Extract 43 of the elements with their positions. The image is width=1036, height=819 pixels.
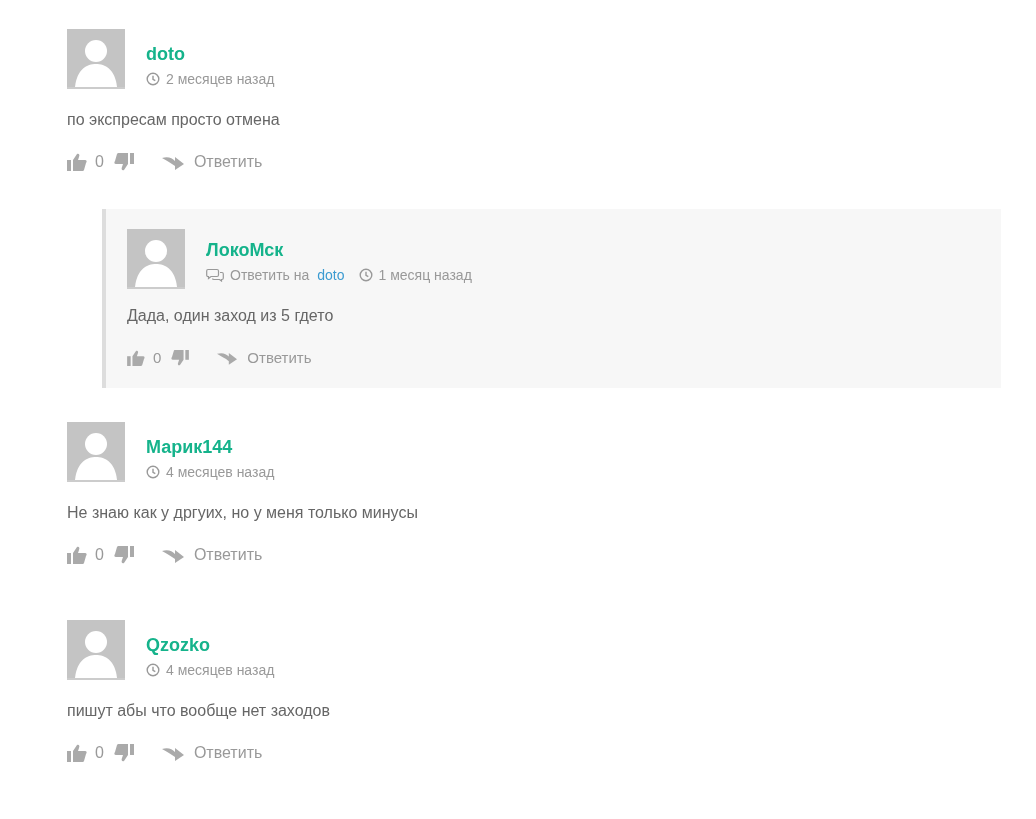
- avatar-icon: [67, 29, 125, 89]
- avatar-icon: [127, 229, 185, 289]
- comment-time: 4 месяцев назад: [166, 464, 275, 480]
- comment-text: Не знаю как у дргуих, но у меня только минусы: [67, 503, 419, 523]
- clock-icon: [146, 663, 160, 677]
- thumbs-up-icon[interactable]: [127, 349, 145, 366]
- like-count: 0: [95, 546, 104, 564]
- reply-to-label: Ответить на: [230, 267, 310, 283]
- author-name[interactable]: Марик144: [146, 436, 275, 458]
- like-count: 0: [153, 349, 162, 366]
- like-count: 0: [95, 744, 104, 762]
- comment-text: пишут абы что вообще нет заходов: [67, 701, 331, 721]
- thumbs-down-icon[interactable]: [113, 153, 134, 171]
- thumbs-down-icon[interactable]: [171, 349, 190, 366]
- thumbs-down-icon[interactable]: [113, 546, 134, 564]
- reply-button[interactable]: Ответить: [161, 153, 263, 171]
- comment-time: 2 месяцев назад: [166, 71, 275, 87]
- avatar-icon: [67, 422, 125, 482]
- avatar-icon: [67, 620, 125, 680]
- thumbs-up-icon[interactable]: [67, 546, 87, 564]
- clock-icon: [358, 268, 373, 282]
- comment-text: по экспресам просто отмена: [67, 110, 281, 130]
- thumbs-down-icon[interactable]: [113, 744, 134, 762]
- author-name[interactable]: ЛокоМск: [206, 239, 472, 261]
- like-count: 0: [95, 153, 104, 171]
- comment-time: 1 месяц назад: [378, 267, 472, 283]
- comment-time: 4 месяцев назад: [166, 662, 275, 678]
- author-name[interactable]: Qzozko: [146, 634, 275, 656]
- reply-button[interactable]: Ответить: [161, 744, 263, 762]
- reply-to-link[interactable]: doto: [317, 267, 345, 283]
- reply-arrow-icon: [161, 547, 184, 563]
- thumbs-up-icon[interactable]: [67, 744, 87, 762]
- reply-arrow-icon: [161, 745, 184, 761]
- thumbs-up-icon[interactable]: [67, 153, 87, 171]
- author-name[interactable]: doto: [146, 43, 275, 65]
- reply-arrow-icon: [217, 350, 238, 365]
- clock-icon: [146, 465, 160, 479]
- chat-bubbles-icon: [206, 268, 224, 282]
- clock-icon: [146, 72, 160, 86]
- comment-text: Дада, один заход из 5 гдето: [127, 306, 335, 326]
- reply-arrow-icon: [161, 154, 184, 170]
- reply-button[interactable]: Ответить: [161, 546, 263, 564]
- reply-button[interactable]: Ответить: [217, 349, 312, 366]
